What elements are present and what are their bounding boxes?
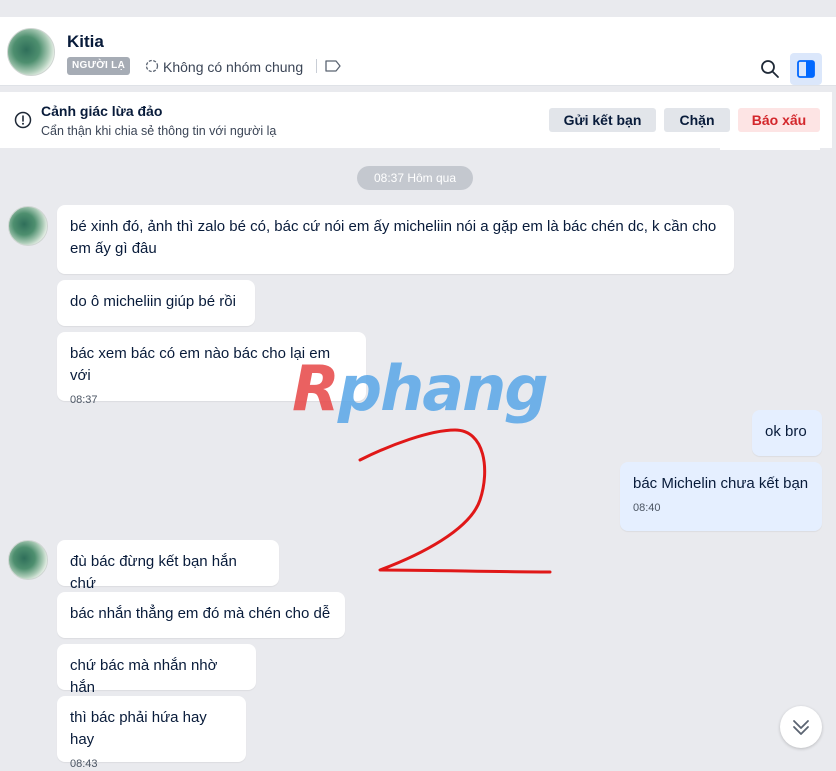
- common-group-text[interactable]: Không có nhóm chung: [163, 59, 303, 75]
- warning-title: Cảnh giác lừa đảo: [41, 103, 163, 119]
- contact-name[interactable]: Kitia: [67, 32, 104, 52]
- red-scribble-drawing: [358, 428, 552, 574]
- message-text: thì bác phải hứa hay hay: [70, 709, 207, 748]
- chevron-double-down-icon: [793, 720, 809, 735]
- warning-subtitle: Cẩn thận khi chia sẻ thông tin với người…: [41, 124, 277, 138]
- tag-icon[interactable]: [325, 60, 341, 72]
- message-text: bé xinh đó, ảnh thì zalo bé có, bác cứ n…: [70, 218, 717, 257]
- divider: [316, 59, 317, 73]
- message-bubble[interactable]: thì bác phải hứa hay hay 08:43: [57, 696, 246, 770]
- group-icon: [145, 59, 159, 73]
- message-bubble[interactable]: bác nhắn thẳng em đó mà chén cho dễ: [57, 592, 345, 638]
- message-bubble[interactable]: do ô micheliin giúp bé rồi: [57, 280, 255, 326]
- panel-toggle-button[interactable]: [790, 53, 822, 85]
- send-friend-request-button[interactable]: Gửi kết bạn: [549, 108, 656, 132]
- scam-warning-banner: Cảnh giác lừa đảo Cẩn thận khi chia sẻ t…: [0, 92, 832, 148]
- message-text: do ô micheliin giúp bé rồi: [70, 293, 236, 310]
- message-text: bác nhắn thẳng em đó mà chén cho dễ: [70, 605, 331, 622]
- message-time: 08:40: [633, 502, 661, 514]
- bubble-edge: [720, 148, 820, 150]
- chat-header: Kitia NGƯỜI LẠ Không có nhóm chung: [0, 17, 836, 86]
- my-message-bubble[interactable]: ok bro: [752, 410, 822, 456]
- search-icon[interactable]: [760, 59, 780, 79]
- message-bubble[interactable]: chứ bác mà nhắn nhờ hắn: [57, 644, 256, 696]
- block-button[interactable]: Chặn: [664, 108, 730, 132]
- panel-toggle-icon: [797, 60, 815, 78]
- sender-avatar[interactable]: [8, 206, 48, 246]
- top-gap: [0, 0, 836, 17]
- watermark-logo: Rphang: [292, 352, 549, 425]
- message-text: đù bác đừng kết bạn hắn chứ: [70, 553, 237, 592]
- report-button[interactable]: Báo xấu: [738, 108, 820, 132]
- message-bubble[interactable]: đù bác đừng kết bạn hắn chứ: [57, 540, 279, 592]
- message-text: bác Michelin chưa kết bạn: [633, 475, 809, 492]
- message-bubble[interactable]: bé xinh đó, ảnh thì zalo bé có, bác cứ n…: [57, 205, 734, 274]
- time-divider: 08:37 Hôm qua: [357, 166, 473, 190]
- stranger-badge: NGƯỜI LẠ: [67, 57, 131, 75]
- message-text: chứ bác mà nhắn nhờ hắn: [70, 657, 218, 696]
- scroll-to-bottom-button[interactable]: [780, 706, 822, 748]
- avatar[interactable]: [7, 28, 55, 76]
- message-text: ok bro: [765, 423, 807, 440]
- sender-avatar[interactable]: [8, 540, 48, 580]
- my-message-bubble[interactable]: bác Michelin chưa kết bạn 08:40: [620, 462, 822, 531]
- warning-icon: [14, 111, 32, 129]
